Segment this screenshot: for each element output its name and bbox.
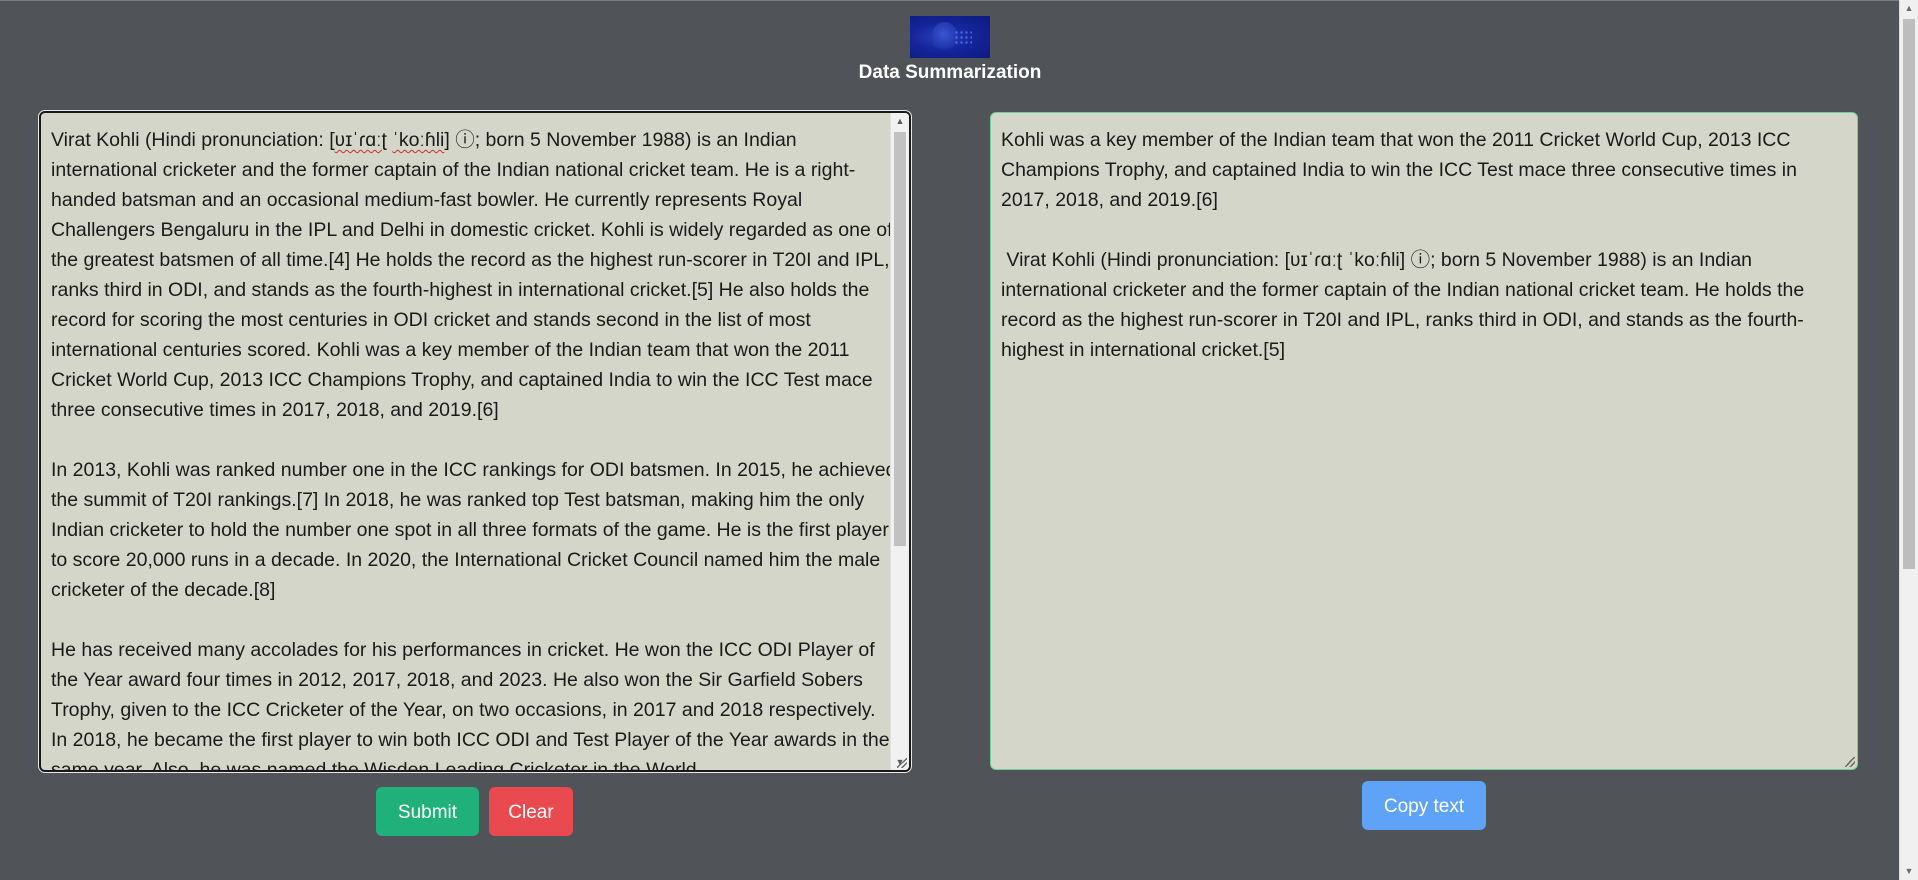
resize-handle-icon[interactable] [1845, 757, 1855, 767]
copy-text-button[interactable]: Copy text [1362, 781, 1486, 830]
input-paragraph-1-rest: ] ⓘ; born 5 November 1988) is an Indian … [51, 129, 893, 421]
submit-button[interactable]: Submit [376, 787, 479, 836]
spellcheck-word-1: ʋɪˈɾɑːʈ [334, 129, 387, 151]
summary-paragraph-1: Kohli was a key member of the Indian tea… [1001, 129, 1803, 211]
spellcheck-word-2: ˈkoːɦli [392, 129, 445, 151]
resize-handle-icon[interactable] [897, 758, 907, 768]
network-dots-icon [954, 30, 972, 44]
brain-logo [910, 16, 990, 58]
page-scroll-up-arrow-icon[interactable]: ▲ [1900, 0, 1918, 17]
summary-text-content[interactable]: Kohli was a key member of the Indian tea… [1001, 125, 1847, 365]
scroll-up-arrow-icon[interactable]: ▲ [891, 113, 909, 129]
summary-paragraph-2: Virat Kohli (Hindi pronunciation: [ʋɪˈɾɑ… [1001, 249, 1810, 361]
input-scrollbar[interactable]: ▲ ▼ [890, 113, 909, 770]
input-paragraph-2: In 2013, Kohli was ranked number one in … [51, 459, 897, 601]
summary-output-textarea[interactable]: Kohli was a key member of the Indian tea… [990, 112, 1858, 770]
page-title: Data Summarization [858, 62, 1042, 83]
clear-button[interactable]: Clear [489, 787, 573, 836]
input-text-content[interactable]: Virat Kohli (Hindi pronunciation: [ʋɪˈɾɑ… [51, 125, 897, 772]
input-textarea[interactable]: Virat Kohli (Hindi pronunciation: [ʋɪˈɾɑ… [39, 111, 911, 772]
input-paragraph-1: Virat Kohli (Hindi pronunciation: [ʋɪˈɾɑ… [51, 125, 897, 425]
page-scroll-thumb[interactable] [1903, 19, 1915, 569]
page-scroll-down-arrow-icon[interactable]: ▼ [1900, 863, 1918, 880]
input-paragraph-3: He has received many accolades for his p… [51, 639, 890, 772]
page-scrollbar[interactable]: ▲ ▼ [1899, 0, 1918, 880]
header: Data Summarization [0, 0, 1900, 90]
input-paragraph-1-start: Virat Kohli (Hindi pronunciation: [ [51, 129, 335, 151]
input-scroll-thumb[interactable] [894, 132, 906, 546]
